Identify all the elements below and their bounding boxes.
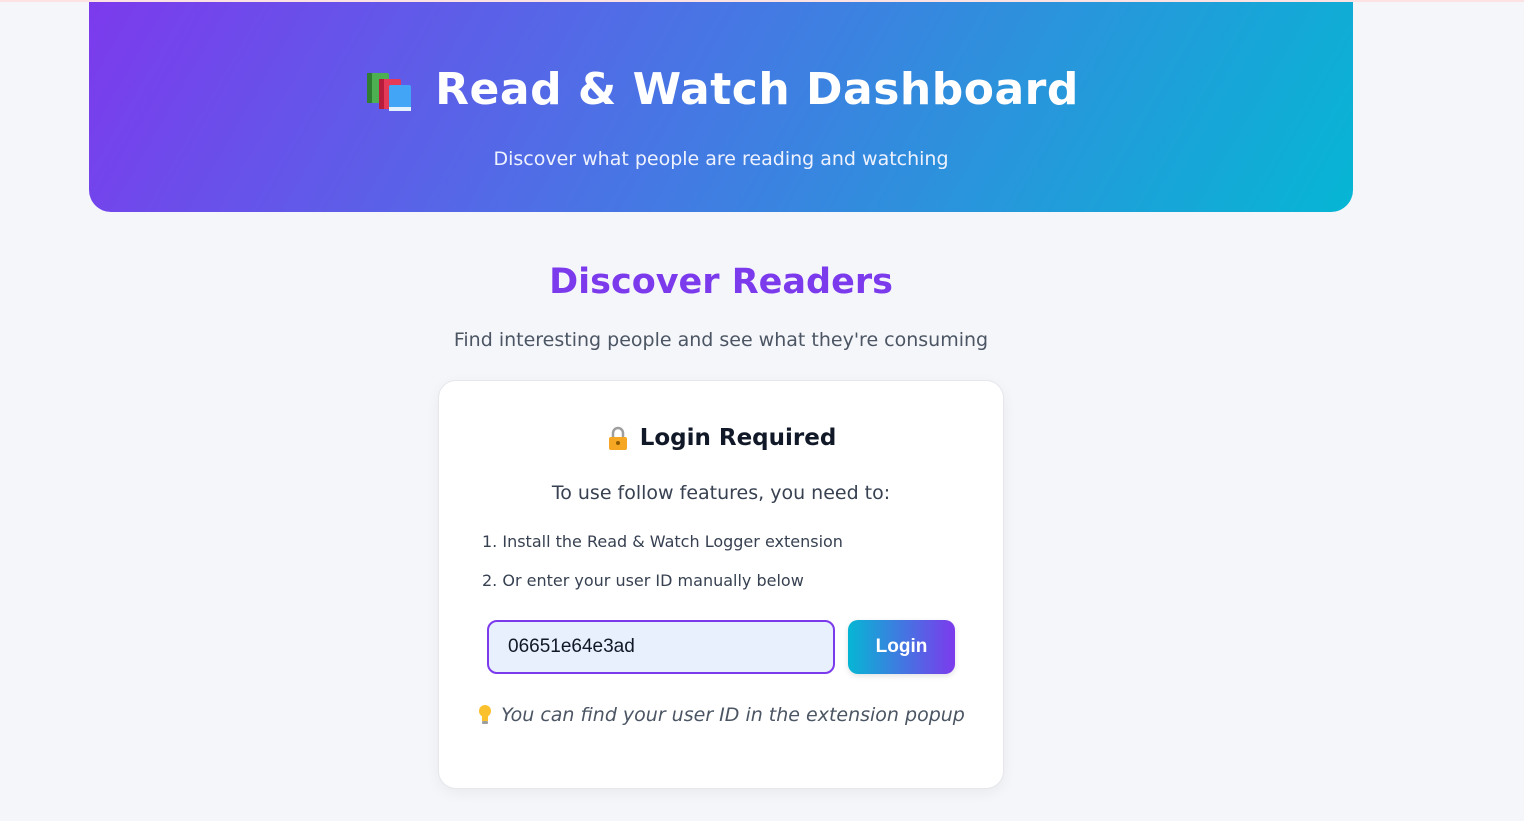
section-title: Discover Readers	[549, 262, 893, 302]
login-card-intro: To use follow features, you need to:	[551, 482, 891, 504]
login-step: 1. Install the Read & Watch Logger exten…	[482, 532, 843, 551]
page-title: Read & Watch Dashboard	[435, 64, 1079, 115]
login-hint: You can find your user ID in the extensi…	[439, 704, 1003, 726]
section-subtitle: Find interesting people and see what the…	[453, 329, 989, 351]
lock-icon	[606, 425, 630, 451]
login-button[interactable]: Login	[848, 620, 955, 674]
login-card-title: Login Required	[639, 425, 837, 451]
login-card: Login Required To use follow features, y…	[438, 380, 1004, 789]
login-step: 2. Or enter your user ID manually below	[482, 571, 804, 590]
login-steps-list: 1. Install the Read & Watch Logger exten…	[482, 532, 843, 610]
user-id-input[interactable]	[487, 620, 835, 674]
dashboard-header: Read & Watch Dashboard Discover what peo…	[89, 2, 1353, 212]
lightbulb-icon	[477, 704, 493, 726]
login-hint-text: You can find your user ID in the extensi…	[501, 704, 965, 726]
header-title-row: Read & Watch Dashboard	[89, 64, 1353, 115]
login-form: Login	[487, 620, 955, 674]
header-subtitle: Discover what people are reading and wat…	[493, 148, 949, 170]
books-icon	[363, 67, 413, 113]
login-card-title-row: Login Required	[439, 425, 1003, 451]
